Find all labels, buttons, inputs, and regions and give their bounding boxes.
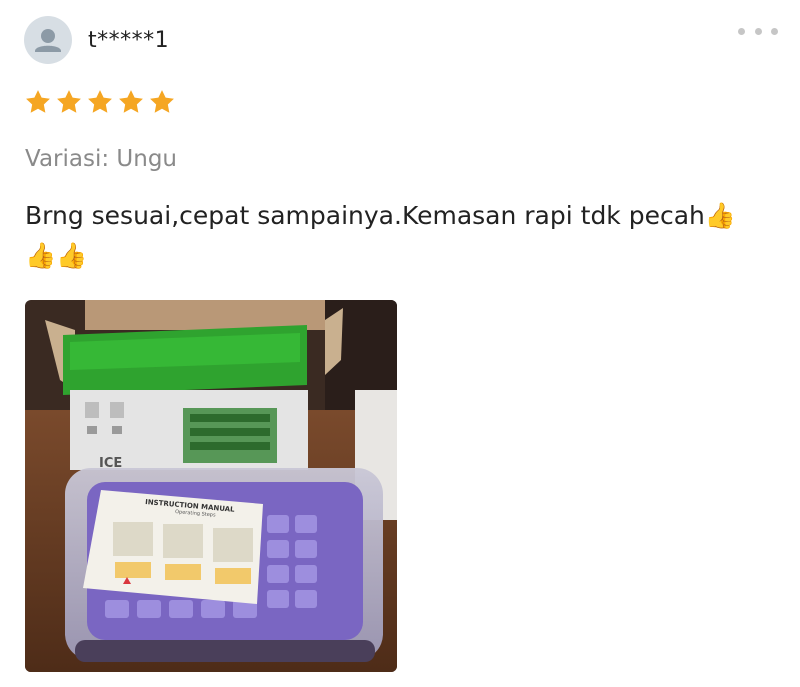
- more-horizontal-icon-dot: [771, 27, 778, 35]
- star-icon: [117, 88, 145, 116]
- star-icon: [24, 88, 52, 116]
- star-icon: [86, 88, 114, 116]
- review-photo[interactable]: ICE INSTRUCTION MANUAL Operating Steps: [25, 300, 397, 672]
- star-icon: [148, 88, 176, 116]
- star-rating: [24, 88, 176, 116]
- review-photo-image: ICE INSTRUCTION MANUAL Operating Steps: [25, 300, 397, 672]
- more-horizontal-icon-dot: [738, 27, 745, 35]
- product-variation: Variasi: Ungu: [25, 146, 178, 172]
- avatar[interactable]: [24, 16, 72, 64]
- more-options-button[interactable]: [738, 20, 778, 42]
- more-horizontal-icon-dot: [754, 27, 762, 35]
- reviewer-name[interactable]: t*****1: [88, 28, 169, 54]
- review-text: Brng sesuai,cepat sampainya.Kemasan rapi…: [25, 201, 737, 270]
- user-icon: [35, 29, 61, 52]
- star-icon: [55, 88, 83, 116]
